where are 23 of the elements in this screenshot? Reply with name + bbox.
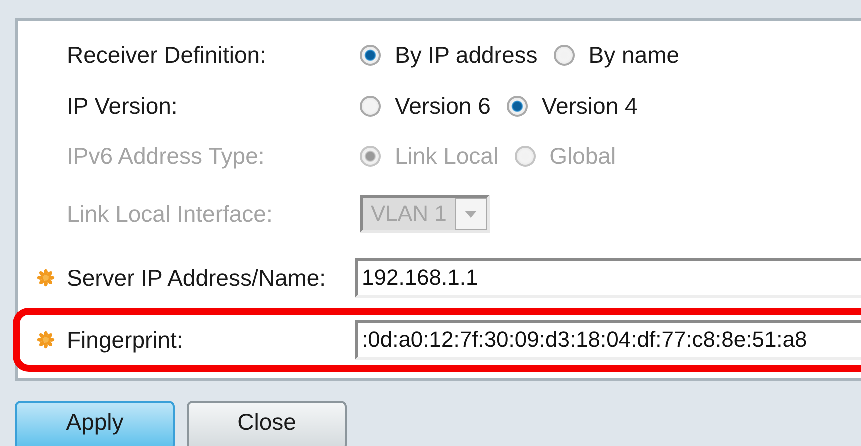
radio-label: Version 4 — [542, 92, 638, 120]
radio-button[interactable] — [506, 96, 528, 116]
radio-label: By name — [588, 42, 680, 68]
field-label: Receiver Definition: — [67, 42, 268, 68]
radio-button[interactable] — [554, 44, 575, 66]
field-label: Server IP Address/Name: — [67, 264, 328, 292]
field-label: IPv6 Address Type: — [67, 142, 266, 170]
field-label: Link Local Interface: — [67, 200, 274, 228]
close-button[interactable]: Close — [187, 401, 347, 446]
radio-label: Version 6 — [395, 92, 491, 120]
text-field[interactable]: 192.168.1.1 — [355, 258, 861, 298]
text-field[interactable]: :0d:a0:12:7f:30:09:d3:18:04:df:77:c8:8e:51:a8 — [355, 320, 861, 360]
radio-label: Link Local — [395, 142, 499, 170]
radio-button[interactable] — [360, 44, 381, 66]
radio-label: By IP address — [395, 42, 538, 68]
field-label: Fingerprint: — [67, 326, 184, 354]
radio-button[interactable] — [360, 96, 381, 116]
required-icon — [37, 269, 55, 287]
required-icon — [37, 331, 55, 349]
radio-label: Global — [550, 142, 616, 170]
apply-button[interactable]: Apply — [15, 401, 175, 446]
caret-icon — [454, 198, 487, 230]
field-label: IP Version: — [67, 92, 179, 120]
